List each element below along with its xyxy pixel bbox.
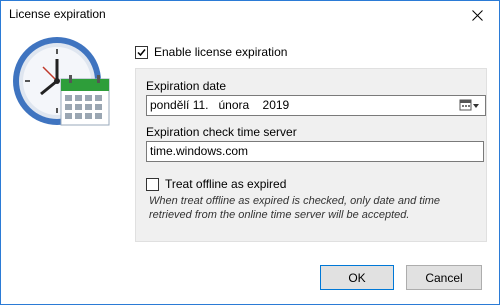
time-server-value: time.windows.com [150,144,249,158]
enable-expiration-checkbox[interactable] [135,45,148,59]
treat-offline-label: Treat offline as expired [165,177,287,191]
cancel-button[interactable]: Cancel [406,265,482,290]
enable-expiration-label: Enable license expiration [154,45,288,59]
time-server-label: Expiration check time server [146,125,297,139]
expiration-date-value: pondělí 11. února 2019 [150,98,290,112]
treat-offline-checkbox[interactable] [146,177,159,191]
license-expiration-dialog: License expiration Enable license expira… [0,0,500,305]
close-icon [471,9,483,21]
time-server-input[interactable]: time.windows.com [146,141,484,162]
treat-offline-note: When treat offline as expired is checked… [149,195,441,221]
close-button[interactable] [455,1,499,29]
ok-button[interactable]: OK [320,265,394,290]
calendar-dropdown-button[interactable] [459,98,481,112]
expiration-date-label: Expiration date [146,79,227,93]
window-title: License expiration [9,7,106,21]
title-bar: License expiration [1,1,499,29]
calendar-dropdown-icon [459,99,479,111]
checkmark-icon [137,48,146,56]
expiration-date-picker[interactable]: pondělí 11. února 2019 [146,95,486,116]
expiration-settings-panel: Expiration date pondělí 11. února 2019 E… [135,68,487,242]
clock-calendar-icon [13,37,110,126]
treat-offline-checkbox-row[interactable]: Treat offline as expired [146,177,286,191]
enable-expiration-checkbox-row[interactable]: Enable license expiration [135,45,287,59]
